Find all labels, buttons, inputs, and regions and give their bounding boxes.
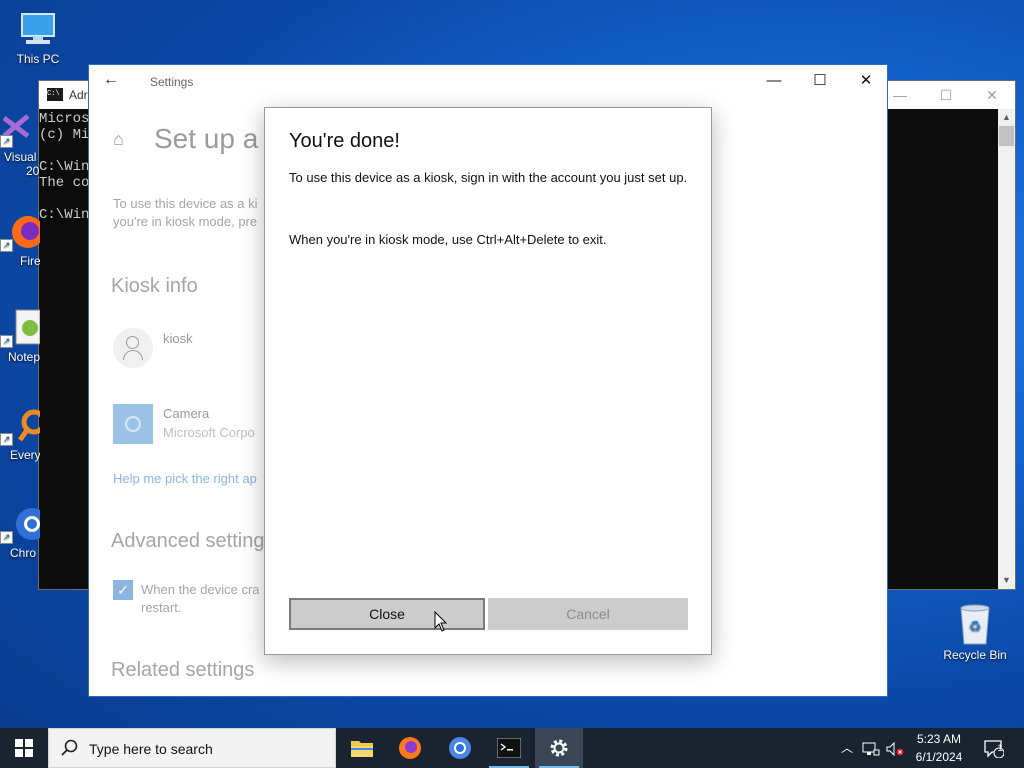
chromium-icon: ↗ bbox=[0, 504, 40, 544]
clock-date: 6/1/2024 bbox=[915, 750, 963, 764]
desktop-icon-visual-studio[interactable]: ↗ Visual 20 bbox=[0, 108, 40, 178]
desktop-icon-label: 20 bbox=[26, 164, 40, 178]
back-arrow-icon[interactable]: ← bbox=[103, 71, 119, 89]
desktop-icon-firefox[interactable]: ↗ Fire bbox=[0, 212, 40, 268]
cmd-title: Adr bbox=[69, 88, 88, 102]
dialog-message: To use this device as a kiosk, sign in w… bbox=[289, 170, 688, 185]
show-hidden-icons-chevron-icon[interactable]: ︿ bbox=[838, 728, 856, 768]
desktop-icon-everything[interactable]: ↗ Every bbox=[0, 406, 40, 462]
taskbar-file-explorer[interactable] bbox=[338, 728, 386, 768]
desktop-icon-notepad[interactable]: ↗ Notep bbox=[0, 308, 40, 364]
description-line: you're in kiosk mode, pre bbox=[113, 214, 258, 229]
notification-count-badge: 1 bbox=[997, 743, 1003, 753]
search-magnifier-icon: ↗ bbox=[0, 406, 40, 446]
close-icon[interactable]: ✕ bbox=[843, 65, 887, 97]
minimize-icon[interactable]: — bbox=[751, 65, 797, 97]
desktop-icon-this-pc[interactable]: This PC bbox=[0, 10, 76, 66]
help-pick-app-link[interactable]: Help me pick the right ap bbox=[113, 471, 257, 486]
taskbar-terminal[interactable] bbox=[485, 728, 533, 768]
shortcut-arrow-icon: ↗ bbox=[0, 433, 13, 446]
scroll-up-icon[interactable]: ▲ bbox=[998, 109, 1015, 126]
close-button[interactable]: Close bbox=[289, 598, 485, 630]
scroll-down-icon[interactable]: ▼ bbox=[998, 572, 1015, 589]
network-icon[interactable] bbox=[860, 728, 882, 768]
notification-center-icon[interactable]: 1 bbox=[980, 728, 1008, 768]
scroll-thumb[interactable] bbox=[999, 126, 1014, 146]
checkbox-label-line: When the device cra bbox=[141, 582, 260, 597]
checkbox-label: When the device cra restart. bbox=[141, 581, 260, 617]
taskbar-clock[interactable]: 5:23 AM 6/1/2024 bbox=[906, 730, 972, 766]
firefox-icon: ↗ bbox=[0, 212, 40, 252]
taskbar: Type here to search ︿ 5:23 AM 6/1/2024 1 bbox=[0, 728, 1024, 768]
kiosk-info-heading: Kiosk info bbox=[111, 275, 198, 297]
desktop-icon-label: Every bbox=[10, 448, 40, 462]
shortcut-arrow-icon: ↗ bbox=[0, 335, 13, 348]
maximize-icon[interactable]: ☐ bbox=[797, 65, 843, 97]
cmd-scrollbar[interactable]: ▲ ▼ bbox=[998, 109, 1015, 589]
chromium-icon bbox=[449, 737, 471, 759]
notepad-icon: ↗ bbox=[0, 308, 40, 348]
firefox-icon bbox=[399, 737, 421, 759]
dialog-exit-instructions: When you're in kiosk mode, use Ctrl+Alt+… bbox=[289, 232, 607, 247]
kiosk-app-name[interactable]: Camera bbox=[163, 406, 209, 421]
svg-text:♻: ♻ bbox=[969, 619, 982, 635]
taskbar-firefox[interactable] bbox=[386, 728, 434, 768]
user-avatar-icon bbox=[113, 328, 153, 368]
visual-studio-icon: ↗ bbox=[0, 108, 40, 148]
home-icon[interactable]: ⌂ bbox=[113, 129, 124, 150]
checkbox-label-line: restart. bbox=[141, 600, 182, 615]
folder-icon bbox=[351, 741, 373, 757]
desktop-icon-label: Recycle Bin bbox=[943, 648, 1007, 662]
terminal-icon bbox=[497, 738, 521, 758]
restart-on-crash-checkbox[interactable]: ✓ bbox=[113, 580, 133, 600]
desktop-icon-label: Visual bbox=[4, 150, 37, 164]
gear-icon bbox=[550, 739, 568, 757]
page-title: Set up a k bbox=[154, 123, 281, 154]
kiosk-account-name[interactable]: kiosk bbox=[163, 331, 193, 346]
taskbar-settings[interactable] bbox=[535, 728, 583, 768]
taskbar-chromium[interactable] bbox=[436, 728, 484, 768]
recycle-bin-icon: ♻ bbox=[955, 602, 995, 645]
shortcut-arrow-icon: ↗ bbox=[0, 531, 13, 544]
desktop-icon-label: Notep bbox=[8, 350, 40, 364]
youre-done-dialog[interactable]: You're done! To use this device as a kio… bbox=[264, 107, 712, 655]
start-button[interactable] bbox=[0, 728, 48, 768]
page-description: To use this device as a ki you're in kio… bbox=[113, 195, 258, 231]
dialog-title: You're done! bbox=[289, 130, 400, 152]
close-icon[interactable]: ✕ bbox=[969, 81, 1015, 109]
desktop-icon-recycle-bin[interactable]: ♻ Recycle Bin bbox=[937, 602, 1013, 662]
maximize-icon[interactable]: ☐ bbox=[923, 81, 969, 109]
desktop-icon-label: Chro bbox=[10, 546, 37, 560]
description-line: To use this device as a ki bbox=[113, 196, 258, 211]
cancel-button[interactable]: Cancel bbox=[488, 598, 688, 630]
volume-muted-icon[interactable] bbox=[884, 728, 906, 768]
windows-logo-icon bbox=[15, 739, 33, 757]
kiosk-app-publisher: Microsoft Corpo bbox=[163, 425, 255, 440]
shortcut-arrow-icon: ↗ bbox=[0, 239, 13, 252]
clock-time: 5:23 AM bbox=[916, 732, 962, 746]
desktop-icon-label: Fire bbox=[20, 254, 40, 268]
camera-app-icon bbox=[113, 404, 153, 444]
shortcut-arrow-icon: ↗ bbox=[0, 135, 13, 148]
cmd-app-icon: C:\ bbox=[47, 88, 63, 101]
computer-icon bbox=[18, 10, 58, 50]
desktop-icon-chromium[interactable]: ↗ Chro bbox=[0, 504, 40, 560]
taskbar-search-box[interactable]: Type here to search bbox=[48, 728, 336, 768]
desktop-icon-label: This PC bbox=[16, 52, 60, 66]
search-placeholder: Type here to search bbox=[89, 741, 213, 757]
search-icon bbox=[61, 739, 79, 762]
advanced-settings-heading: Advanced setting bbox=[111, 530, 265, 552]
related-settings-heading: Related settings bbox=[111, 659, 255, 681]
settings-window-title: Settings bbox=[150, 75, 194, 89]
settings-title-bar[interactable]: ← Settings — ☐ ✕ bbox=[89, 65, 887, 97]
